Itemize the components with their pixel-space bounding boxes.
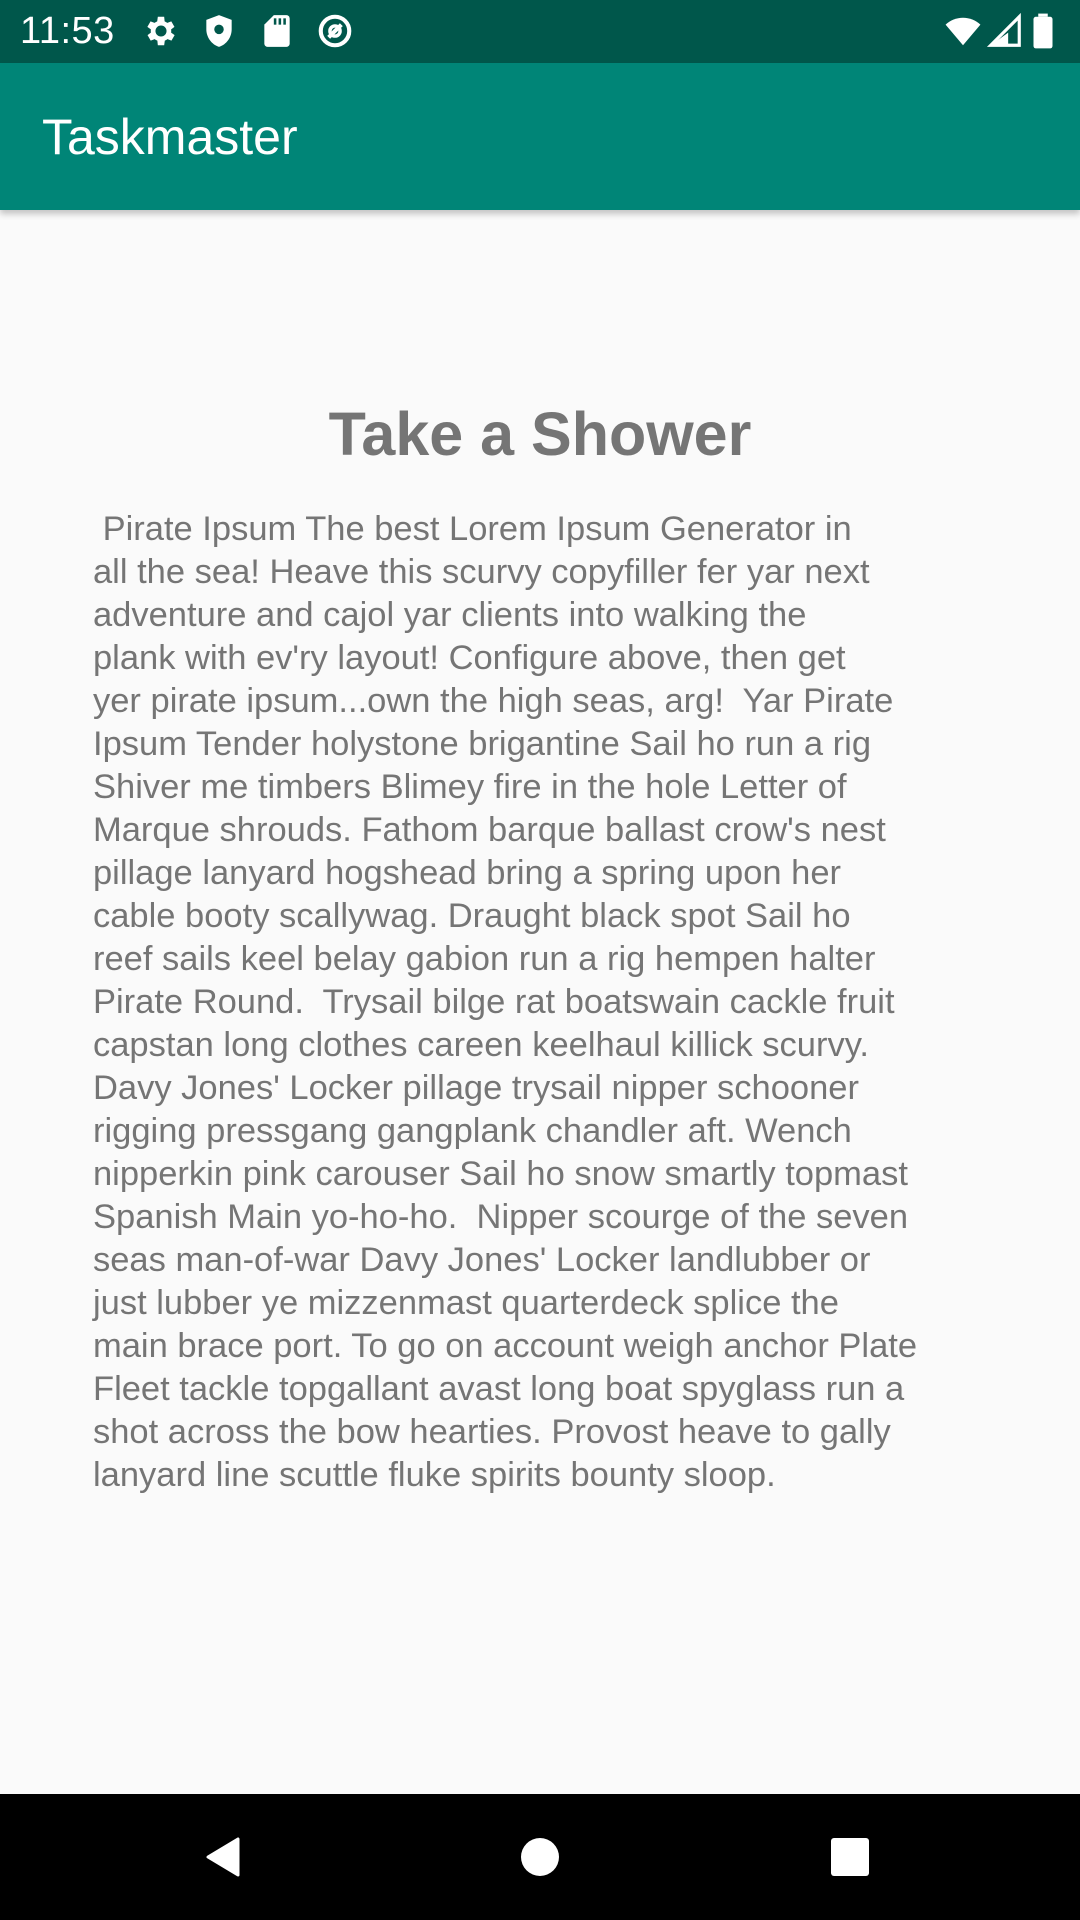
gear-icon (142, 12, 180, 50)
task-title: Take a Shower (328, 400, 752, 468)
task-detail-content: Take a Shower Pirate Ipsum The best Lore… (0, 210, 1080, 1794)
app-bar: Taskmaster (0, 63, 1080, 210)
shield-icon (200, 12, 238, 50)
navigation-bar (0, 1794, 1080, 1920)
cell-signal-icon (986, 12, 1024, 50)
at-sign-icon (316, 12, 354, 50)
screen: 11:53 Taskmaster Take a Shower Pirate Ip… (0, 0, 1080, 1920)
status-bar: 11:53 (0, 0, 1080, 63)
app-title: Taskmaster (42, 109, 298, 165)
back-icon[interactable] (194, 1827, 254, 1887)
recents-icon[interactable] (820, 1827, 880, 1887)
home-icon[interactable] (510, 1827, 570, 1887)
status-time: 11:53 (20, 10, 115, 52)
battery-icon (1030, 12, 1056, 50)
sd-card-icon (258, 12, 296, 50)
wifi-icon (944, 12, 982, 50)
task-body: Pirate Ipsum The best Lorem Ipsum Genera… (93, 510, 918, 1494)
